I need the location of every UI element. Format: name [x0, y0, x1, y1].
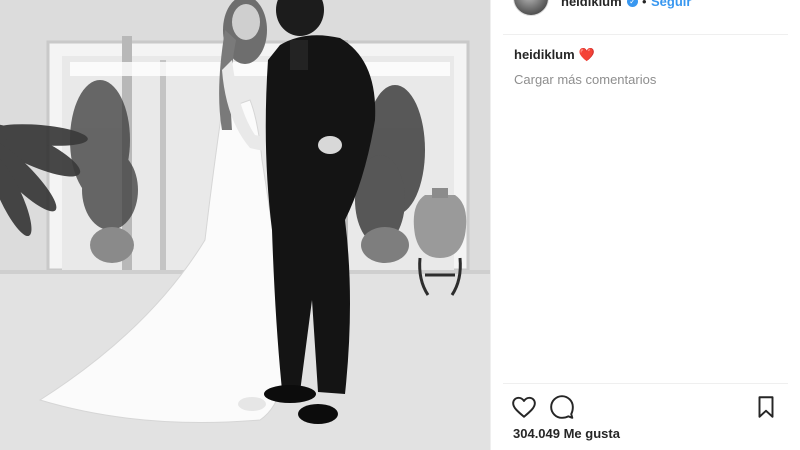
bookmark-icon[interactable] [753, 394, 779, 420]
avatar[interactable] [513, 0, 549, 16]
comment-bubble-icon[interactable] [549, 394, 575, 420]
post-header: heidiklum ✓ • Seguir [491, 0, 800, 16]
post-sidebar: heidiklum ✓ • Seguir heidiklum ❤️ Cargar … [490, 0, 800, 450]
post-photo[interactable] [0, 0, 490, 450]
heart-emoji: ❤️ [578, 47, 595, 62]
separator-dot: • [642, 0, 647, 9]
actions-divider [503, 383, 788, 384]
follow-button[interactable]: Seguir [651, 0, 691, 9]
load-more-comments-link[interactable]: Cargar más comentarios [514, 72, 656, 87]
verified-badge-icon: ✓ [627, 0, 638, 7]
likes-count[interactable]: 304.049 Me gusta [513, 426, 620, 441]
caption-username[interactable]: heidiklum [514, 47, 575, 62]
post-author-username[interactable]: heidiklum [561, 0, 622, 9]
caption: heidiklum ❤️ [514, 47, 595, 63]
heart-outline-icon[interactable] [511, 394, 537, 420]
header-divider [503, 34, 788, 35]
wedding-photo-illustration [0, 0, 490, 450]
